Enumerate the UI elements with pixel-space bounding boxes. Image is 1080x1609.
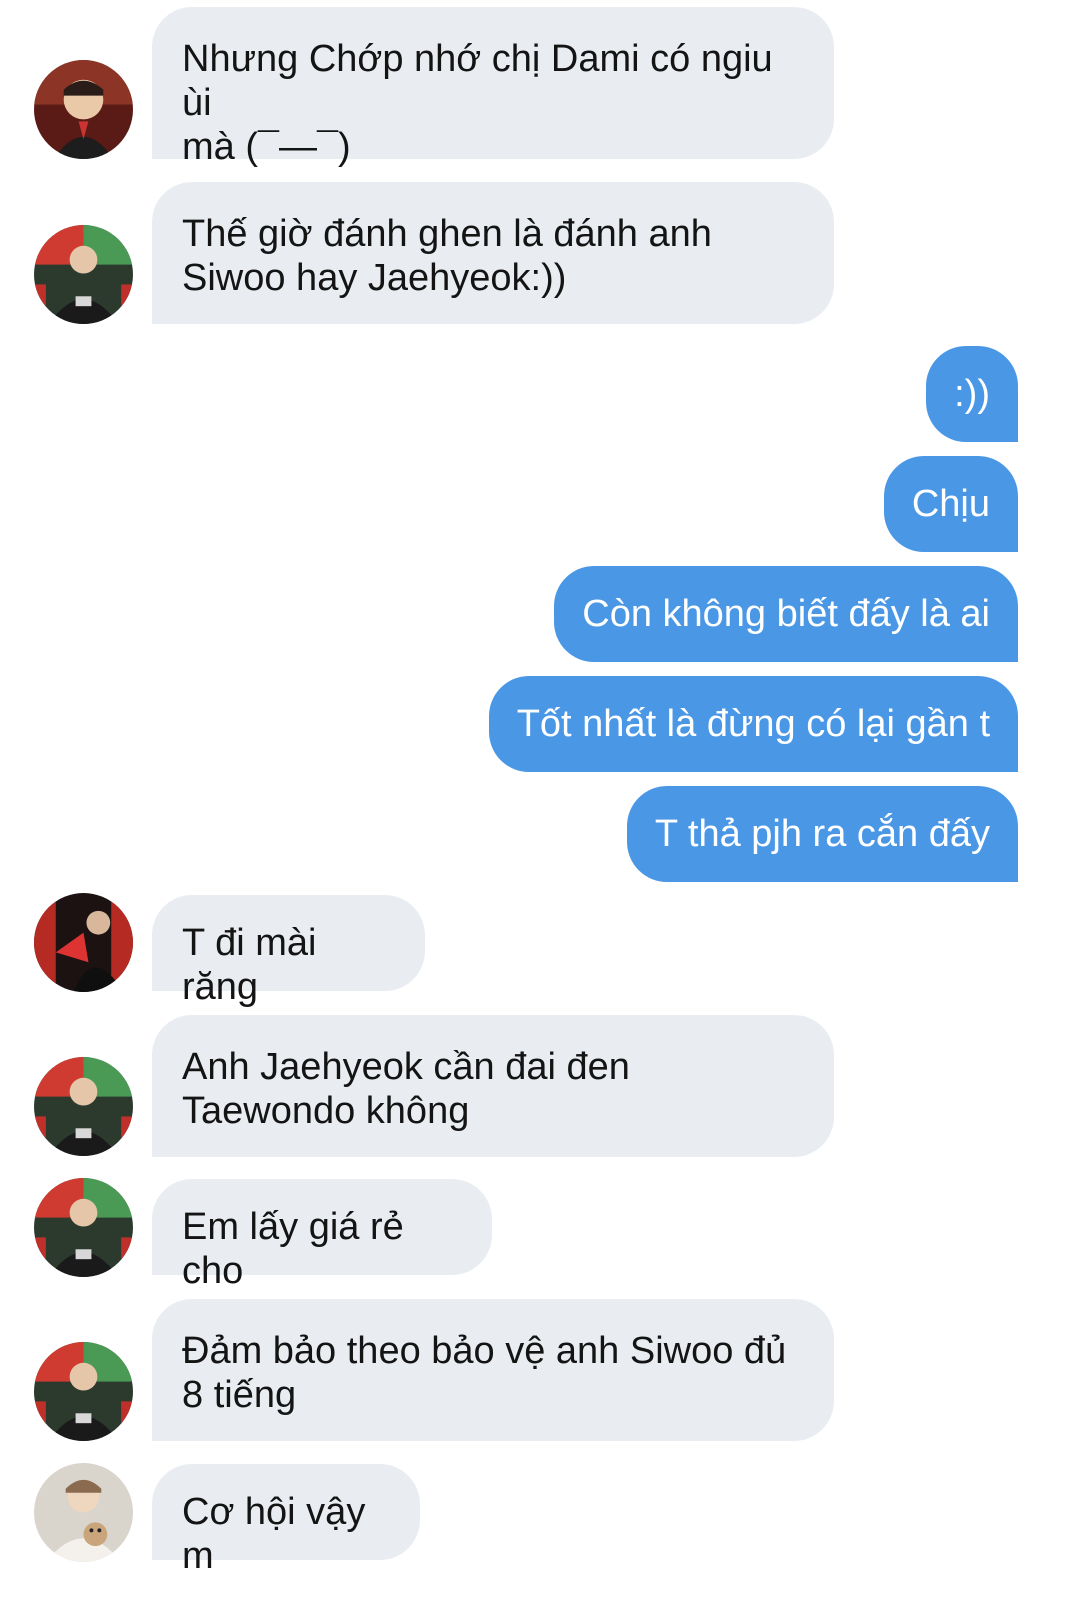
avatar-photo-icon (34, 1342, 133, 1441)
message-bubble-incoming[interactable]: Thế giờ đánh ghen là đánh anh Siwoo hay … (152, 182, 834, 324)
message-bubble-incoming[interactable]: Nhưng Chớp nhớ chị Dami có ngiu ùi mà (¯… (152, 7, 834, 168)
avatar-photo-icon (34, 1178, 133, 1277)
message-bubble-incoming[interactable]: Cơ hội vậy m (152, 1464, 420, 1577)
avatar-photo-icon (34, 1057, 133, 1156)
avatar[interactable] (34, 1057, 133, 1156)
avatar-photo-icon (34, 225, 133, 324)
message-bubble-outgoing[interactable]: Tốt nhất là đừng có lại gần t (488, 676, 1018, 772)
avatar[interactable] (34, 225, 133, 324)
avatar[interactable] (34, 1463, 133, 1562)
message-bubble-outgoing[interactable]: Còn không biết đấy là ai (554, 566, 1018, 662)
chat-thread: Nhưng Chớp nhớ chị Dami có ngiu ùi mà (¯… (0, 0, 1080, 1609)
avatar[interactable] (34, 1342, 133, 1441)
message-bubble-outgoing[interactable]: T thả pjh ra cắn đấy (626, 786, 1018, 882)
avatar-photo-icon (34, 1463, 133, 1562)
avatar[interactable] (34, 60, 133, 159)
message-bubble-outgoing[interactable]: :)) (926, 346, 1018, 442)
message-bubble-incoming[interactable]: Đảm bảo theo bảo vệ anh Siwoo đủ 8 tiếng (152, 1299, 834, 1441)
avatar-photo-icon (34, 60, 133, 159)
message-bubble-incoming[interactable]: T đi mài răng (152, 895, 425, 1008)
avatar[interactable] (34, 1178, 133, 1277)
message-bubble-incoming[interactable]: Anh Jaehyeok cần đai đen Taewondo không (152, 1015, 834, 1157)
avatar-photo-icon (34, 893, 133, 992)
message-bubble-outgoing[interactable]: Chịu (883, 456, 1018, 552)
message-bubble-incoming[interactable]: Em lấy giá rẻ cho (152, 1179, 492, 1292)
avatar[interactable] (34, 893, 133, 992)
